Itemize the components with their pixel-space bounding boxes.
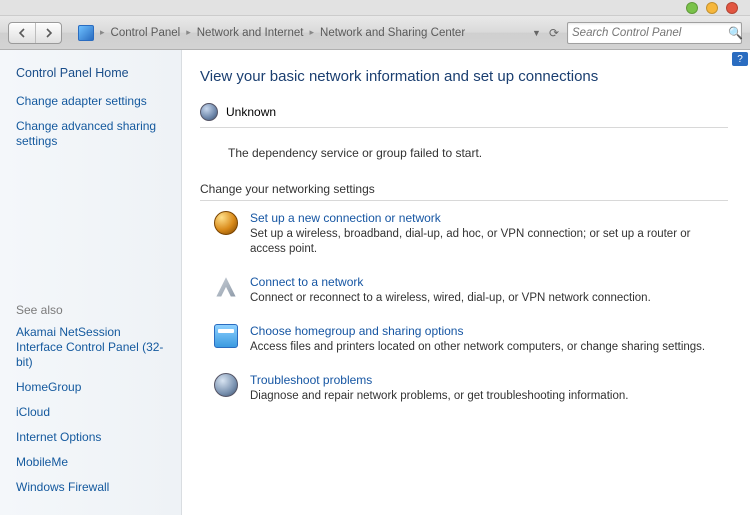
option-desc: Connect or reconnect to a wireless, wire…: [250, 291, 651, 306]
chevron-right-icon: [44, 28, 54, 38]
search-box[interactable]: 🔍: [567, 22, 742, 44]
sidebar-link-adapter[interactable]: Change adapter settings: [16, 94, 169, 109]
option-desc: Access files and printers located on oth…: [250, 340, 705, 355]
option-troubleshoot: Troubleshoot problems Diagnose and repai…: [200, 373, 728, 404]
troubleshoot-icon: [214, 373, 238, 397]
option-desc: Set up a wireless, broadband, dial-up, a…: [250, 227, 728, 257]
address-dropdown-button[interactable]: ▼: [532, 28, 541, 38]
seealso-link-akamai[interactable]: Akamai NetSession Interface Control Pane…: [16, 325, 169, 370]
section-header: Change your networking settings: [200, 182, 728, 201]
option-connect-network: Connect to a network Connect or reconnec…: [200, 275, 728, 306]
chevron-right-icon: ▸: [310, 27, 315, 38]
content: Control Panel Home Change adapter settin…: [0, 50, 750, 515]
window-close-button[interactable]: [726, 2, 738, 14]
chevron-left-icon: [17, 28, 27, 38]
error-message: The dependency service or group failed t…: [228, 146, 728, 160]
sidebar: Control Panel Home Change adapter settin…: [0, 50, 182, 515]
breadcrumb-item[interactable]: Network and Internet: [197, 27, 304, 39]
seealso-link-mobileme[interactable]: MobileMe: [16, 455, 169, 470]
option-link-homegroup[interactable]: Choose homegroup and sharing options: [250, 324, 705, 338]
control-panel-icon[interactable]: [78, 25, 94, 41]
homegroup-icon: [214, 324, 238, 348]
connect-network-icon: [214, 275, 238, 299]
seealso-link-icloud[interactable]: iCloud: [16, 405, 169, 420]
help-button[interactable]: ?: [732, 52, 748, 66]
chevron-right-icon: ▸: [100, 27, 105, 38]
chevron-right-icon: ▸: [186, 27, 191, 38]
breadcrumb-item[interactable]: Network and Sharing Center: [320, 27, 465, 39]
option-setup-connection: Set up a new connection or network Set u…: [200, 211, 728, 257]
window-controls-row: [0, 0, 750, 16]
sidebar-link-advanced-sharing[interactable]: Change advanced sharing settings: [16, 119, 169, 149]
sidebar-home-link[interactable]: Control Panel Home: [16, 66, 169, 80]
option-link-troubleshoot[interactable]: Troubleshoot problems: [250, 373, 628, 387]
seealso-link-internet-options[interactable]: Internet Options: [16, 430, 169, 445]
window-zoom-button[interactable]: [706, 2, 718, 14]
option-link-setup-connection[interactable]: Set up a new connection or network: [250, 211, 728, 225]
forward-button[interactable]: [35, 23, 61, 43]
globe-icon: [200, 103, 218, 121]
breadcrumb: ▸ Control Panel ▸ Network and Internet ▸…: [78, 25, 526, 41]
search-icon[interactable]: 🔍: [728, 26, 743, 40]
nav-buttons: [8, 22, 62, 44]
search-input[interactable]: [572, 27, 728, 39]
network-status-label: Unknown: [226, 105, 276, 119]
breadcrumb-item[interactable]: Control Panel: [111, 27, 181, 39]
option-homegroup: Choose homegroup and sharing options Acc…: [200, 324, 728, 355]
sidebar-spacer: [16, 159, 169, 303]
page-title: View your basic network information and …: [200, 68, 728, 85]
seealso-link-windows-firewall[interactable]: Windows Firewall: [16, 480, 169, 495]
option-link-connect-network[interactable]: Connect to a network: [250, 275, 651, 289]
refresh-button[interactable]: ⟳: [549, 26, 559, 40]
back-button[interactable]: [9, 23, 35, 43]
option-desc: Diagnose and repair network problems, or…: [250, 389, 628, 404]
network-status-row: Unknown: [200, 103, 728, 128]
main-panel: ? View your basic network information an…: [182, 50, 750, 515]
window-minimize-button[interactable]: [686, 2, 698, 14]
setup-connection-icon: [214, 211, 238, 235]
seealso-header: See also: [16, 303, 169, 317]
toolbar-right: ▼ ⟳ 🔍: [532, 22, 742, 44]
toolbar: ▸ Control Panel ▸ Network and Internet ▸…: [0, 16, 750, 50]
seealso-link-homegroup[interactable]: HomeGroup: [16, 380, 169, 395]
